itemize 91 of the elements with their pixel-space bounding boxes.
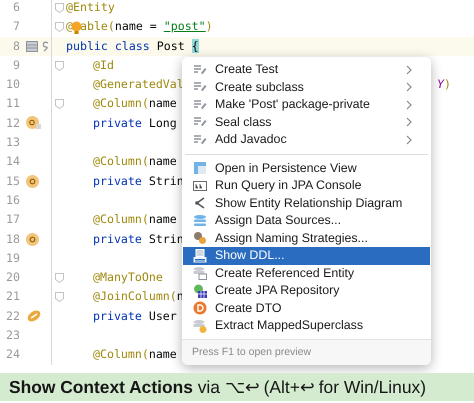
fold-icon[interactable] — [54, 292, 64, 302]
menu-item[interactable]: Create Referenced Entity — [183, 264, 430, 282]
code-text: name — [148, 96, 177, 110]
annotation-text: @Entity — [66, 0, 115, 14]
line-number: 20 — [5, 269, 20, 286]
menu-item[interactable]: Show Entity Relationship Diagram — [183, 194, 430, 212]
superclass-icon — [193, 318, 207, 333]
table-icon[interactable] — [26, 40, 38, 52]
code-text: private — [93, 232, 143, 246]
relation-icon[interactable] — [26, 309, 42, 324]
line-number: 13 — [5, 134, 20, 152]
menu-item[interactable]: Create subclass — [183, 78, 430, 96]
line-number: 11 — [5, 95, 20, 112]
line-number: 8 — [12, 38, 20, 55]
intention-icon — [193, 98, 207, 112]
line-number: 18 — [5, 230, 20, 248]
code-text: public class — [66, 38, 151, 53]
menu-item[interactable]: Add Javadoc — [183, 131, 430, 148]
code-text: Strin — [148, 174, 184, 188]
annotation-text: able( — [80, 19, 115, 34]
code-text: name = — [114, 19, 158, 34]
repository-icon — [193, 284, 207, 298]
code-text: { — [192, 38, 199, 53]
line-number: 10 — [5, 76, 20, 94]
fold-icon[interactable] — [54, 60, 64, 71]
entity-icon — [193, 266, 207, 280]
line-number: 15 — [5, 172, 20, 190]
fold-icon[interactable] — [54, 2, 64, 13]
code-text: name — [148, 154, 177, 168]
menu-item[interactable]: Assign Naming Strategies... — [183, 230, 430, 247]
code-text: Long — [148, 116, 177, 130]
line-number: 22 — [5, 308, 20, 325]
line-number: 14 — [5, 153, 20, 170]
line-number: 24 — [5, 346, 20, 364]
menu-item[interactable]: Run Query in JPA Console — [183, 177, 430, 194]
line-number: 6 — [12, 0, 20, 16]
line-number: 16 — [5, 192, 20, 209]
code-text: name — [148, 212, 177, 226]
diagram-icon — [193, 196, 207, 210]
id-annotation-icon[interactable] — [26, 116, 42, 130]
annotation-text: @ManyToOne — [93, 270, 163, 284]
menu-item[interactable]: Create DTO — [183, 300, 430, 317]
annotation-text: @Column( — [93, 347, 149, 362]
menu-item[interactable]: Make 'Post' package-private — [183, 96, 430, 114]
code-text: Strin — [148, 232, 184, 246]
annotation-text: @Column( — [93, 96, 149, 110]
code-text: private — [93, 308, 143, 323]
console-icon — [193, 178, 207, 193]
persistence-icon — [193, 161, 207, 176]
fold-icon[interactable] — [54, 272, 64, 283]
menu-item[interactable]: Extract MappedSuperclass — [183, 317, 430, 334]
code-text: ) — [444, 77, 451, 92]
annotation-icon[interactable] — [26, 174, 39, 188]
annotation-text: @JoinColumn( — [93, 289, 177, 304]
ddl-icon — [193, 248, 207, 263]
menu-item[interactable]: Assign Data Sources... — [183, 212, 430, 230]
dto-icon — [193, 301, 207, 316]
annotation-text: @Column( — [93, 212, 149, 226]
annotation-icon[interactable] — [26, 232, 39, 246]
menu-item[interactable]: Seal class — [183, 114, 430, 131]
annotation-text: @Id — [93, 58, 114, 72]
menu-item[interactable]: Open in Persistence View — [183, 160, 430, 177]
line-number: 21 — [5, 288, 20, 306]
code-text: Post — [156, 38, 186, 53]
line-number: 17 — [5, 211, 20, 228]
code-text: User — [148, 308, 177, 323]
code-text: name — [148, 347, 177, 362]
code-text: private — [93, 174, 143, 188]
lightbulb-icon[interactable] — [70, 21, 82, 36]
code-text: private — [93, 116, 143, 130]
menu-item[interactable]: Show DDL... — [183, 247, 430, 264]
line-number: 12 — [5, 114, 20, 132]
line-number: 23 — [5, 327, 20, 344]
line-number: 7 — [12, 18, 20, 36]
database-icon — [193, 214, 207, 228]
fold-icon[interactable] — [54, 22, 64, 32]
line-number: 19 — [5, 250, 20, 267]
menu-item[interactable]: Create JPA Repository — [183, 282, 430, 300]
hint-text: Press F1 to open preview — [182, 338, 431, 366]
intention-icon — [193, 132, 207, 147]
line-number: 9 — [12, 56, 20, 74]
s-icon[interactable] — [41, 40, 50, 52]
annotation-text: @GeneratedVal — [93, 77, 184, 92]
shortcut-banner: Show Context Actions via ⌥↩ (Alt+↩ for Win/Linux) — [0, 373, 474, 401]
menu-item[interactable]: Create Test — [183, 61, 430, 78]
code-text: "post" — [164, 19, 206, 34]
annotation-text: ) — [206, 19, 213, 34]
intention-icon — [193, 62, 207, 77]
fold-icon[interactable] — [54, 99, 64, 110]
annotation-text: @Column( — [93, 154, 149, 168]
code-text: Y — [437, 77, 444, 92]
